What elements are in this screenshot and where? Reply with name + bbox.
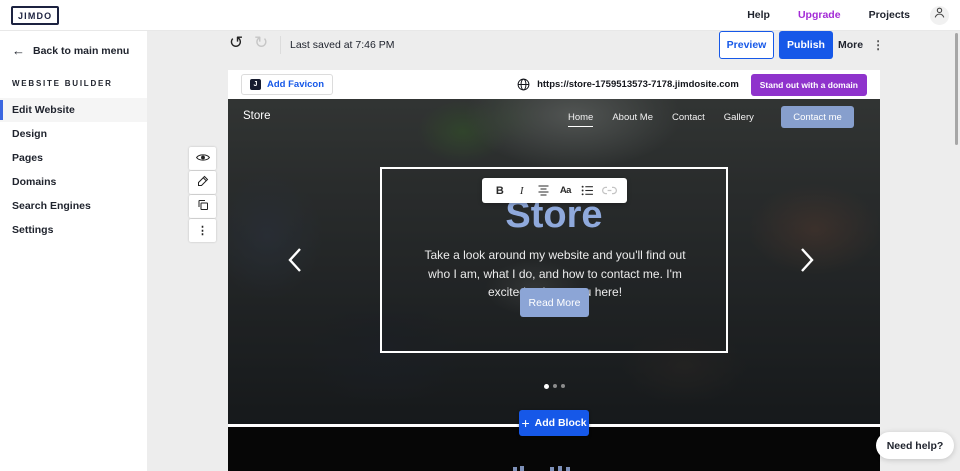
vertical-scrollbar[interactable] (955, 33, 958, 145)
add-favicon-button[interactable]: J Add Favicon (241, 74, 333, 95)
carousel-dot-3[interactable] (561, 384, 565, 388)
next-section-text-peek (558, 466, 562, 471)
carousel-prev-button[interactable] (288, 247, 302, 278)
sidebar-item-pages[interactable]: Pages (0, 146, 147, 170)
redo-button[interactable]: ↻ (254, 33, 268, 53)
sidebar-item-settings[interactable]: Settings (0, 218, 147, 242)
eye-icon (196, 150, 210, 168)
need-help-button[interactable]: Need help? (876, 432, 954, 459)
hide-block-button[interactable] (189, 147, 216, 170)
next-section-text-peek (520, 466, 524, 471)
add-favicon-label: Add Favicon (267, 79, 324, 90)
block-tools-palette: ⋮ (189, 147, 216, 242)
next-section-text-peek (566, 467, 570, 471)
sidebar-item-label: Pages (12, 152, 43, 164)
site-nav-home[interactable]: Home (568, 112, 593, 127)
carousel-next-button[interactable] (800, 247, 814, 278)
font-style-button[interactable]: Aa (557, 183, 573, 199)
sidebar-item-domains[interactable]: Domains (0, 170, 147, 194)
upgrade-link[interactable]: Upgrade (798, 9, 841, 21)
account-avatar[interactable] (930, 6, 949, 25)
sidebar: ← Back to main menu WEBSITE BUILDER Edit… (0, 31, 147, 471)
sidebar-item-label: Settings (12, 224, 53, 236)
sidebar-item-label: Search Engines (12, 200, 91, 212)
globe-icon (517, 78, 530, 91)
add-block-button[interactable]: + Add Block (519, 410, 589, 436)
next-section-text-peek (513, 467, 517, 471)
favicon-preview: J (250, 79, 261, 90)
copy-icon (197, 198, 209, 216)
site-nav-about-me[interactable]: About Me (612, 112, 653, 127)
site-nav-contact[interactable]: Contact (672, 112, 705, 127)
help-link[interactable]: Help (747, 9, 770, 21)
duplicate-block-button[interactable] (189, 195, 216, 218)
sidebar-item-label: Domains (12, 176, 56, 188)
list-button[interactable] (579, 183, 595, 199)
preview-button[interactable]: Preview (719, 31, 774, 59)
publish-button[interactable]: Publish (779, 31, 833, 59)
plus-icon: + (521, 417, 529, 429)
carousel-dot-1[interactable] (544, 384, 549, 389)
style-block-button[interactable] (189, 171, 216, 194)
sidebar-item-search-engines[interactable]: Search Engines (0, 194, 147, 218)
next-section-text-peek (550, 467, 554, 471)
top-bar: JIMDO Help Upgrade Projects (0, 0, 960, 31)
user-icon (933, 6, 946, 24)
back-to-main-menu[interactable]: ← Back to main menu (0, 31, 147, 71)
site-nav: Home About Me Contact Gallery (568, 112, 754, 127)
link-button[interactable] (601, 183, 617, 199)
sidebar-item-design[interactable]: Design (0, 122, 147, 146)
jimdo-logo[interactable]: JIMDO (11, 6, 59, 25)
sidebar-item-label: Design (12, 128, 47, 140)
contact-me-button[interactable]: Contact me (781, 106, 854, 128)
back-label: Back to main menu (33, 45, 129, 57)
toolbar-divider (280, 36, 281, 54)
kebab-menu-icon: ⋮ (197, 224, 208, 237)
italic-button[interactable]: I (514, 183, 530, 199)
kebab-menu-icon: ⋮ (872, 38, 884, 52)
carousel-dot-2[interactable] (553, 384, 557, 388)
app-window: JIMDO Help Upgrade Projects ← Back to ma… (0, 0, 960, 471)
add-block-label: Add Block (535, 417, 587, 429)
text-format-toolbar: B I Aa (482, 178, 627, 203)
domain-upsell-button[interactable]: Stand out with a domain (751, 74, 867, 96)
last-saved-status: Last saved at 7:46 PM (290, 39, 394, 51)
redo-icon: ↻ (254, 33, 268, 52)
undo-button[interactable]: ↺ (229, 33, 243, 53)
site-logo[interactable]: Store (243, 110, 271, 122)
carousel-dots (228, 384, 880, 389)
more-label: More (838, 39, 863, 51)
more-menu-button[interactable]: More ⋮ (838, 36, 884, 54)
site-nav-gallery[interactable]: Gallery (724, 112, 754, 127)
undo-icon: ↺ (229, 33, 243, 52)
projects-link[interactable]: Projects (869, 9, 910, 21)
back-arrow-icon: ← (12, 46, 25, 56)
sidebar-section-title: WEBSITE BUILDER (0, 71, 147, 98)
sidebar-item-label: Edit Website (12, 104, 75, 116)
style-brush-icon (197, 174, 209, 192)
site-url[interactable]: https://store-1759513573-7178.jimdosite.… (537, 79, 739, 90)
bold-button[interactable]: B (492, 183, 508, 199)
read-more-button[interactable]: Read More (520, 288, 589, 317)
site-settings-bar: J Add Favicon https://store-1759513573-7… (228, 70, 880, 99)
hero-section[interactable]: Store Home About Me Contact Gallery Cont… (228, 99, 880, 425)
block-more-button[interactable]: ⋮ (189, 219, 216, 242)
sidebar-item-edit-website[interactable]: Edit Website (0, 98, 147, 122)
align-button[interactable] (536, 183, 552, 199)
